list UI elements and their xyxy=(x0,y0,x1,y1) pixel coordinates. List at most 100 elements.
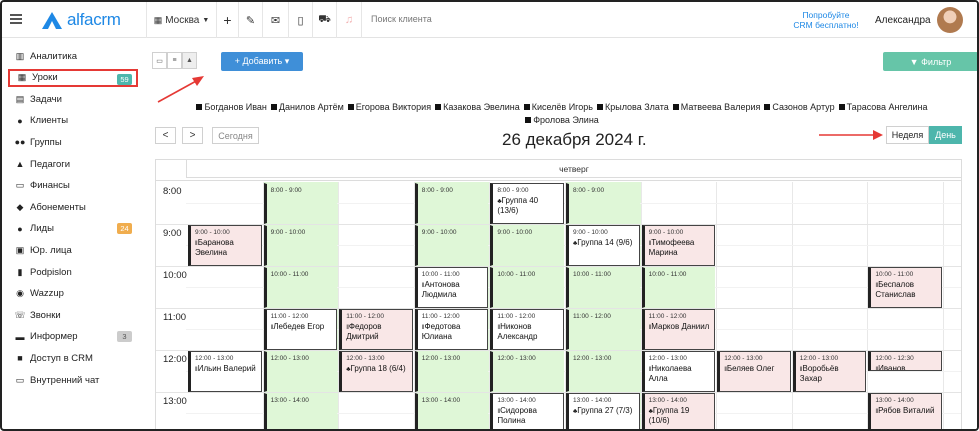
free-slot[interactable]: 11:00 - 12:00 xyxy=(566,309,640,350)
lesson-event[interactable]: 11:00 - 12:00 ǁЛебедев Егор xyxy=(263,309,338,350)
sidebar-item-15[interactable]: ■ Доступ в CRM xyxy=(14,349,136,367)
mobile-icon[interactable]: ▯ xyxy=(288,2,312,38)
free-slot[interactable]: 9:00 - 10:00 xyxy=(263,225,338,266)
individual-icon: ǁ xyxy=(648,323,652,331)
lesson-event[interactable]: 11:00 - 12:00 ǁФедотова Юлиана xyxy=(414,309,489,350)
lesson-event[interactable]: 12:00 - 13:00 ǁБеляев Олег xyxy=(717,351,791,392)
legend-item[interactable]: Данилов Артём xyxy=(271,101,344,114)
sidebar-item-14[interactable]: ▬ Информер 3 xyxy=(14,328,136,346)
cart-icon[interactable]: ⛟ xyxy=(312,2,336,38)
lesson-event[interactable]: 12:00 - 13:00 ǁНиколаева Алла xyxy=(641,351,716,392)
sidebar-item-9[interactable]: ● Лиды 24 xyxy=(14,220,136,238)
event-time: 12:00 - 13:00 xyxy=(346,355,385,362)
sidebar-item-label: Доступ в CRM xyxy=(30,352,93,364)
lesson-event[interactable]: 13:00 - 14:00 ♣Группа 27 (7/3) xyxy=(566,393,640,429)
legend-item[interactable]: Казакова Эвелина xyxy=(435,101,520,114)
free-slot[interactable]: 10:00 - 11:00 xyxy=(566,267,640,308)
free-slot[interactable]: 12:00 - 13:00 xyxy=(414,351,489,392)
lesson-event[interactable]: 9:00 - 10:00 ǁТимофеева Марина xyxy=(641,225,716,266)
lesson-event[interactable]: 8:00 - 9:00 ♣Группа 40 (13/6) xyxy=(490,183,564,224)
bell-icon[interactable]: ♫ xyxy=(336,2,362,38)
free-slot[interactable]: 12:00 - 13:00 xyxy=(490,351,564,392)
annotation-arrow-week xyxy=(819,130,883,140)
free-slot[interactable]: 9:00 - 10:00 xyxy=(414,225,489,266)
legend-item[interactable]: Крылова Злата xyxy=(597,101,669,114)
day-view-button[interactable]: День xyxy=(929,126,962,144)
free-slot[interactable]: 8:00 - 9:00 xyxy=(414,183,489,224)
add-button[interactable]: + Добавить ▾ xyxy=(221,52,303,71)
legend-item[interactable]: Тарасова Ангелина xyxy=(839,101,928,114)
sidebar-item-12[interactable]: ◉ Wazzup xyxy=(14,285,136,303)
free-slot[interactable]: 13:00 - 14:00 xyxy=(263,393,338,429)
logo[interactable]: alfacrm xyxy=(42,10,121,30)
lesson-event[interactable]: 12:00 - 13:00 ♣Группа 18 (6/4) xyxy=(339,351,413,392)
free-slot[interactable]: 10:00 - 11:00 xyxy=(490,267,564,308)
sidebar-item-16[interactable]: ▭ Внутренний чат xyxy=(14,371,136,389)
plus-icon[interactable]: + xyxy=(216,2,238,38)
lesson-event[interactable]: 11:00 - 12:00 ǁФедоров Дмитрий xyxy=(339,309,413,350)
wrench-icon[interactable]: ✎ xyxy=(238,2,262,38)
lesson-event[interactable]: 10:00 - 11:00 ǁБеспалов Станислав xyxy=(868,267,942,308)
week-view-button[interactable]: Неделя xyxy=(886,126,929,144)
sidebar-item-4[interactable]: ● Клиенты xyxy=(14,112,136,130)
sidebar-item-10[interactable]: ▣ Юр. лица xyxy=(14,241,136,259)
legend-item[interactable]: Фролова Элина xyxy=(525,114,599,127)
mail-icon[interactable]: ✉ xyxy=(262,2,288,38)
lesson-event[interactable]: 9:00 - 10:00 ♣Группа 14 (9/6) xyxy=(566,225,640,266)
filter-button[interactable]: ▼ Фильтр xyxy=(883,52,977,71)
count-badge: 24 xyxy=(117,222,132,234)
lesson-event[interactable]: 12:00 - 13:00 ǁВоробьёв Захар xyxy=(792,351,867,392)
next-day-button[interactable]: > xyxy=(182,127,203,144)
city-selector[interactable]: ▦ Москва ▼ xyxy=(146,2,216,38)
menu-icon[interactable] xyxy=(10,14,22,24)
lesson-event[interactable]: 13:00 - 14:00 ♣Группа 19 (10/6) xyxy=(641,393,716,429)
lesson-event[interactable]: 11:00 - 12:00 ǁНиконов Александр xyxy=(490,309,564,350)
sidebar-item-5[interactable]: ●● Группы xyxy=(14,133,136,151)
sidebar-item-11[interactable]: ▮ Podpislon xyxy=(14,263,136,281)
event-title: ǁФедотова Юлиана xyxy=(421,321,461,342)
sidebar-item-13[interactable]: ☏ Звонки xyxy=(14,306,136,324)
lesson-event[interactable]: 12:00 - 12:30 ǁИванов xyxy=(868,351,942,371)
event-time: 13:00 - 14:00 xyxy=(421,397,461,404)
sidebar-item-8[interactable]: ◆ Абонементы xyxy=(14,198,136,216)
sidebar-item-6[interactable]: ▲ Педагоги xyxy=(14,155,136,173)
event-time: 12:00 - 13:00 xyxy=(573,355,612,362)
legend-item[interactable]: Матвеева Валерия xyxy=(673,101,761,114)
promo-link[interactable]: Попробуйте CRM бесплатно! xyxy=(787,10,865,30)
free-slot[interactable]: 9:00 - 10:00 xyxy=(490,225,564,266)
event-time: 13:00 - 14:00 xyxy=(497,397,536,404)
event-time: 10:00 - 11:00 xyxy=(573,271,611,278)
free-slot[interactable]: 8:00 - 9:00 xyxy=(566,183,640,224)
lesson-event[interactable]: 9:00 - 10:00 ǁБаранова Эвелина xyxy=(188,225,262,266)
free-slot[interactable]: 13:00 - 14:00 xyxy=(414,393,489,429)
sidebar-item-3[interactable]: ▤ Задачи xyxy=(14,90,136,108)
graduation-view-icon[interactable]: ▲ xyxy=(182,52,197,69)
legend-item[interactable]: Егорова Виктория xyxy=(348,101,431,114)
sidebar-item-2[interactable]: ▦ Уроки 59 xyxy=(8,68,138,87)
event-title: ǁМарков Даниил xyxy=(648,321,710,331)
sidebar-item-label: Wazzup xyxy=(30,288,64,300)
free-slot[interactable]: 10:00 - 11:00 xyxy=(641,267,716,308)
calendar-view-icon[interactable]: ▭ xyxy=(152,52,167,69)
lesson-event[interactable]: 13:00 - 14:00 ǁСидорова Полина xyxy=(490,393,564,429)
lesson-event[interactable]: 12:00 - 13:00 ǁИльин Валерий xyxy=(188,351,262,392)
event-time: 12:00 - 13:00 xyxy=(195,355,234,362)
lesson-event[interactable]: 13:00 - 14:00 ǁРябов Виталий xyxy=(868,393,942,429)
sidebar-item-7[interactable]: ▭ Финансы xyxy=(14,177,136,195)
prev-day-button[interactable]: < xyxy=(155,127,176,144)
list-view-icon[interactable]: ≡ xyxy=(167,52,182,69)
today-button[interactable]: Сегодня xyxy=(212,127,259,144)
sidebar-item-1[interactable]: ▥ Аналитика xyxy=(14,47,136,65)
lesson-event[interactable]: 10:00 - 11:00 ǁАнтонова Людмила xyxy=(414,267,489,308)
user-name[interactable]: Александра xyxy=(875,15,931,26)
legend-item[interactable]: Киселёв Игорь xyxy=(524,101,593,114)
free-slot[interactable]: 10:00 - 11:00 xyxy=(263,267,338,308)
legend-item[interactable]: Сазонов Артур xyxy=(764,101,834,114)
avatar[interactable] xyxy=(937,7,963,33)
lesson-event[interactable]: 11:00 - 12:00 ǁМарков Даниил xyxy=(641,309,716,350)
free-slot[interactable]: 8:00 - 9:00 xyxy=(263,183,338,224)
sidebar-item-label: Лиды xyxy=(30,223,54,235)
client-search-input[interactable]: Поиск клиента xyxy=(371,14,432,24)
free-slot[interactable]: 12:00 - 13:00 xyxy=(566,351,640,392)
free-slot[interactable]: 12:00 - 13:00 xyxy=(263,351,338,392)
